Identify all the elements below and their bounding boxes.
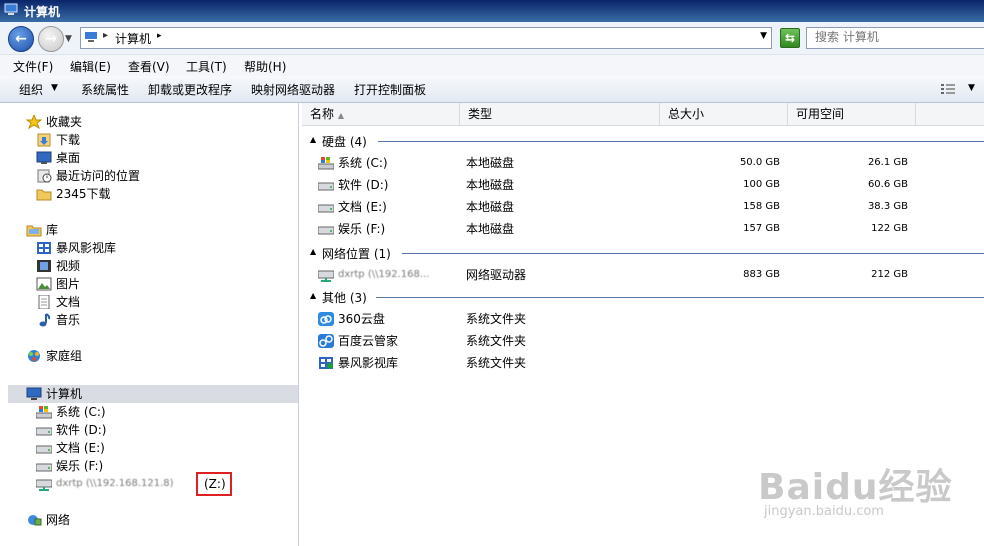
baidu-jingyan-logo: Baidu经验: [758, 467, 953, 508]
menu-edit[interactable]: 编辑(E): [70, 58, 111, 75]
menu-view[interactable]: 查看(V): [128, 58, 170, 75]
cloud-drive-icon: [318, 312, 334, 326]
group-header-other[interactable]: ▲ 其他 (3): [310, 288, 984, 306]
windows-drive-icon: [36, 406, 52, 419]
address-toolbar: ← → ▼ ▸ 计算机 ▸ ▼ ⇆: [0, 22, 984, 54]
refresh-icon: ⇆: [784, 31, 796, 45]
menu-bar: 文件(F) 编辑(E) 查看(V) 工具(T) 帮助(H): [0, 54, 984, 77]
organize-button[interactable]: 组织: [19, 81, 43, 98]
picture-icon: [36, 277, 52, 291]
hard-drive-icon: [318, 182, 334, 191]
history-dropdown-icon[interactable]: ▼: [65, 34, 72, 44]
highlight-box: [196, 472, 232, 496]
navigation-pane: 收藏夹 下载 桌面 最近访问的位置 2345下载 库 暴风影视库 视频 图片 文…: [0, 103, 299, 546]
column-name[interactable]: 名称 ▲: [302, 103, 460, 125]
recent-places-icon: [37, 169, 52, 183]
column-headers: 名称 ▲ 类型 总大小 可用空间: [302, 103, 984, 126]
breadcrumb-separator-icon[interactable]: ▸: [103, 30, 108, 41]
hard-drive-icon: [36, 445, 52, 454]
view-dropdown-icon[interactable]: ▼: [968, 83, 975, 93]
library-icon: [26, 225, 42, 237]
hard-drive-icon: [36, 427, 52, 436]
open-control-panel-button[interactable]: 打开控制面板: [354, 81, 426, 98]
forward-button[interactable]: →: [38, 26, 64, 52]
menu-file[interactable]: 文件(F): [13, 58, 53, 75]
uninstall-program-button[interactable]: 卸载或更改程序: [148, 81, 232, 98]
search-box[interactable]: [806, 27, 984, 49]
sort-asc-icon: ▲: [337, 111, 344, 120]
video-library-icon: [37, 242, 51, 254]
collapse-icon[interactable]: ▲: [310, 135, 316, 144]
downloads-folder-icon: [37, 133, 51, 147]
view-options-icon[interactable]: [940, 82, 956, 96]
hard-drive-icon: [318, 226, 334, 235]
column-free-space[interactable]: 可用空间: [788, 103, 916, 125]
breadcrumb-computer[interactable]: 计算机: [115, 30, 151, 47]
video-library-icon: [319, 357, 333, 369]
refresh-button[interactable]: ⇆: [780, 28, 800, 48]
network-drive-icon: [36, 479, 52, 491]
menu-tools[interactable]: 工具(T): [186, 58, 227, 75]
column-type[interactable]: 类型: [460, 103, 660, 125]
watermark: Baidu经验 jingyan.baidu.com: [756, 458, 984, 546]
document-icon: [38, 295, 50, 309]
watermark-url: jingyan.baidu.com: [764, 504, 884, 519]
film-icon: [37, 260, 51, 272]
hard-drive-icon: [318, 204, 334, 213]
computer-icon: [26, 387, 42, 400]
hard-drive-icon: [36, 463, 52, 472]
collapse-icon[interactable]: ▲: [310, 291, 316, 300]
windows-drive-icon: [318, 157, 334, 170]
column-total-size[interactable]: 总大小: [660, 103, 788, 125]
baidu-cloud-icon: [318, 334, 334, 348]
collapse-icon[interactable]: ▲: [310, 247, 316, 256]
back-button[interactable]: ←: [8, 26, 34, 52]
address-field[interactable]: ▸ 计算机 ▸ ▼: [80, 27, 772, 49]
address-dropdown-icon[interactable]: ▼: [760, 31, 767, 41]
folder-icon: [36, 189, 52, 201]
star-icon: [26, 115, 42, 129]
window-title: 计算机: [24, 5, 61, 19]
command-bar: 组织 ▼ 系统属性 卸载或更改程序 映射网络驱动器 打开控制面板 ▼: [0, 76, 984, 103]
title-bar: 计算机: [0, 0, 984, 22]
menu-help[interactable]: 帮助(H): [244, 58, 286, 75]
music-note-icon: [39, 313, 51, 327]
network-icon: [28, 515, 42, 526]
computer-icon: [85, 32, 97, 42]
arrow-left-icon: ←: [15, 31, 27, 47]
search-input[interactable]: [807, 28, 975, 46]
desktop-icon: [36, 151, 52, 164]
breadcrumb-dropdown-icon[interactable]: ▸: [157, 31, 162, 41]
homegroup-icon: [28, 350, 40, 362]
network-drive-icon: [318, 270, 334, 282]
arrow-right-icon: →: [45, 31, 57, 47]
group-header-network[interactable]: ▲ 网络位置 (1): [310, 244, 984, 262]
organize-dropdown-icon[interactable]: ▼: [51, 83, 58, 93]
map-network-drive-button[interactable]: 映射网络驱动器: [251, 81, 335, 98]
computer-icon: [4, 3, 18, 15]
system-properties-button[interactable]: 系统属性: [81, 81, 129, 98]
group-header-hdd[interactable]: ▲ 硬盘 (4): [310, 132, 984, 150]
